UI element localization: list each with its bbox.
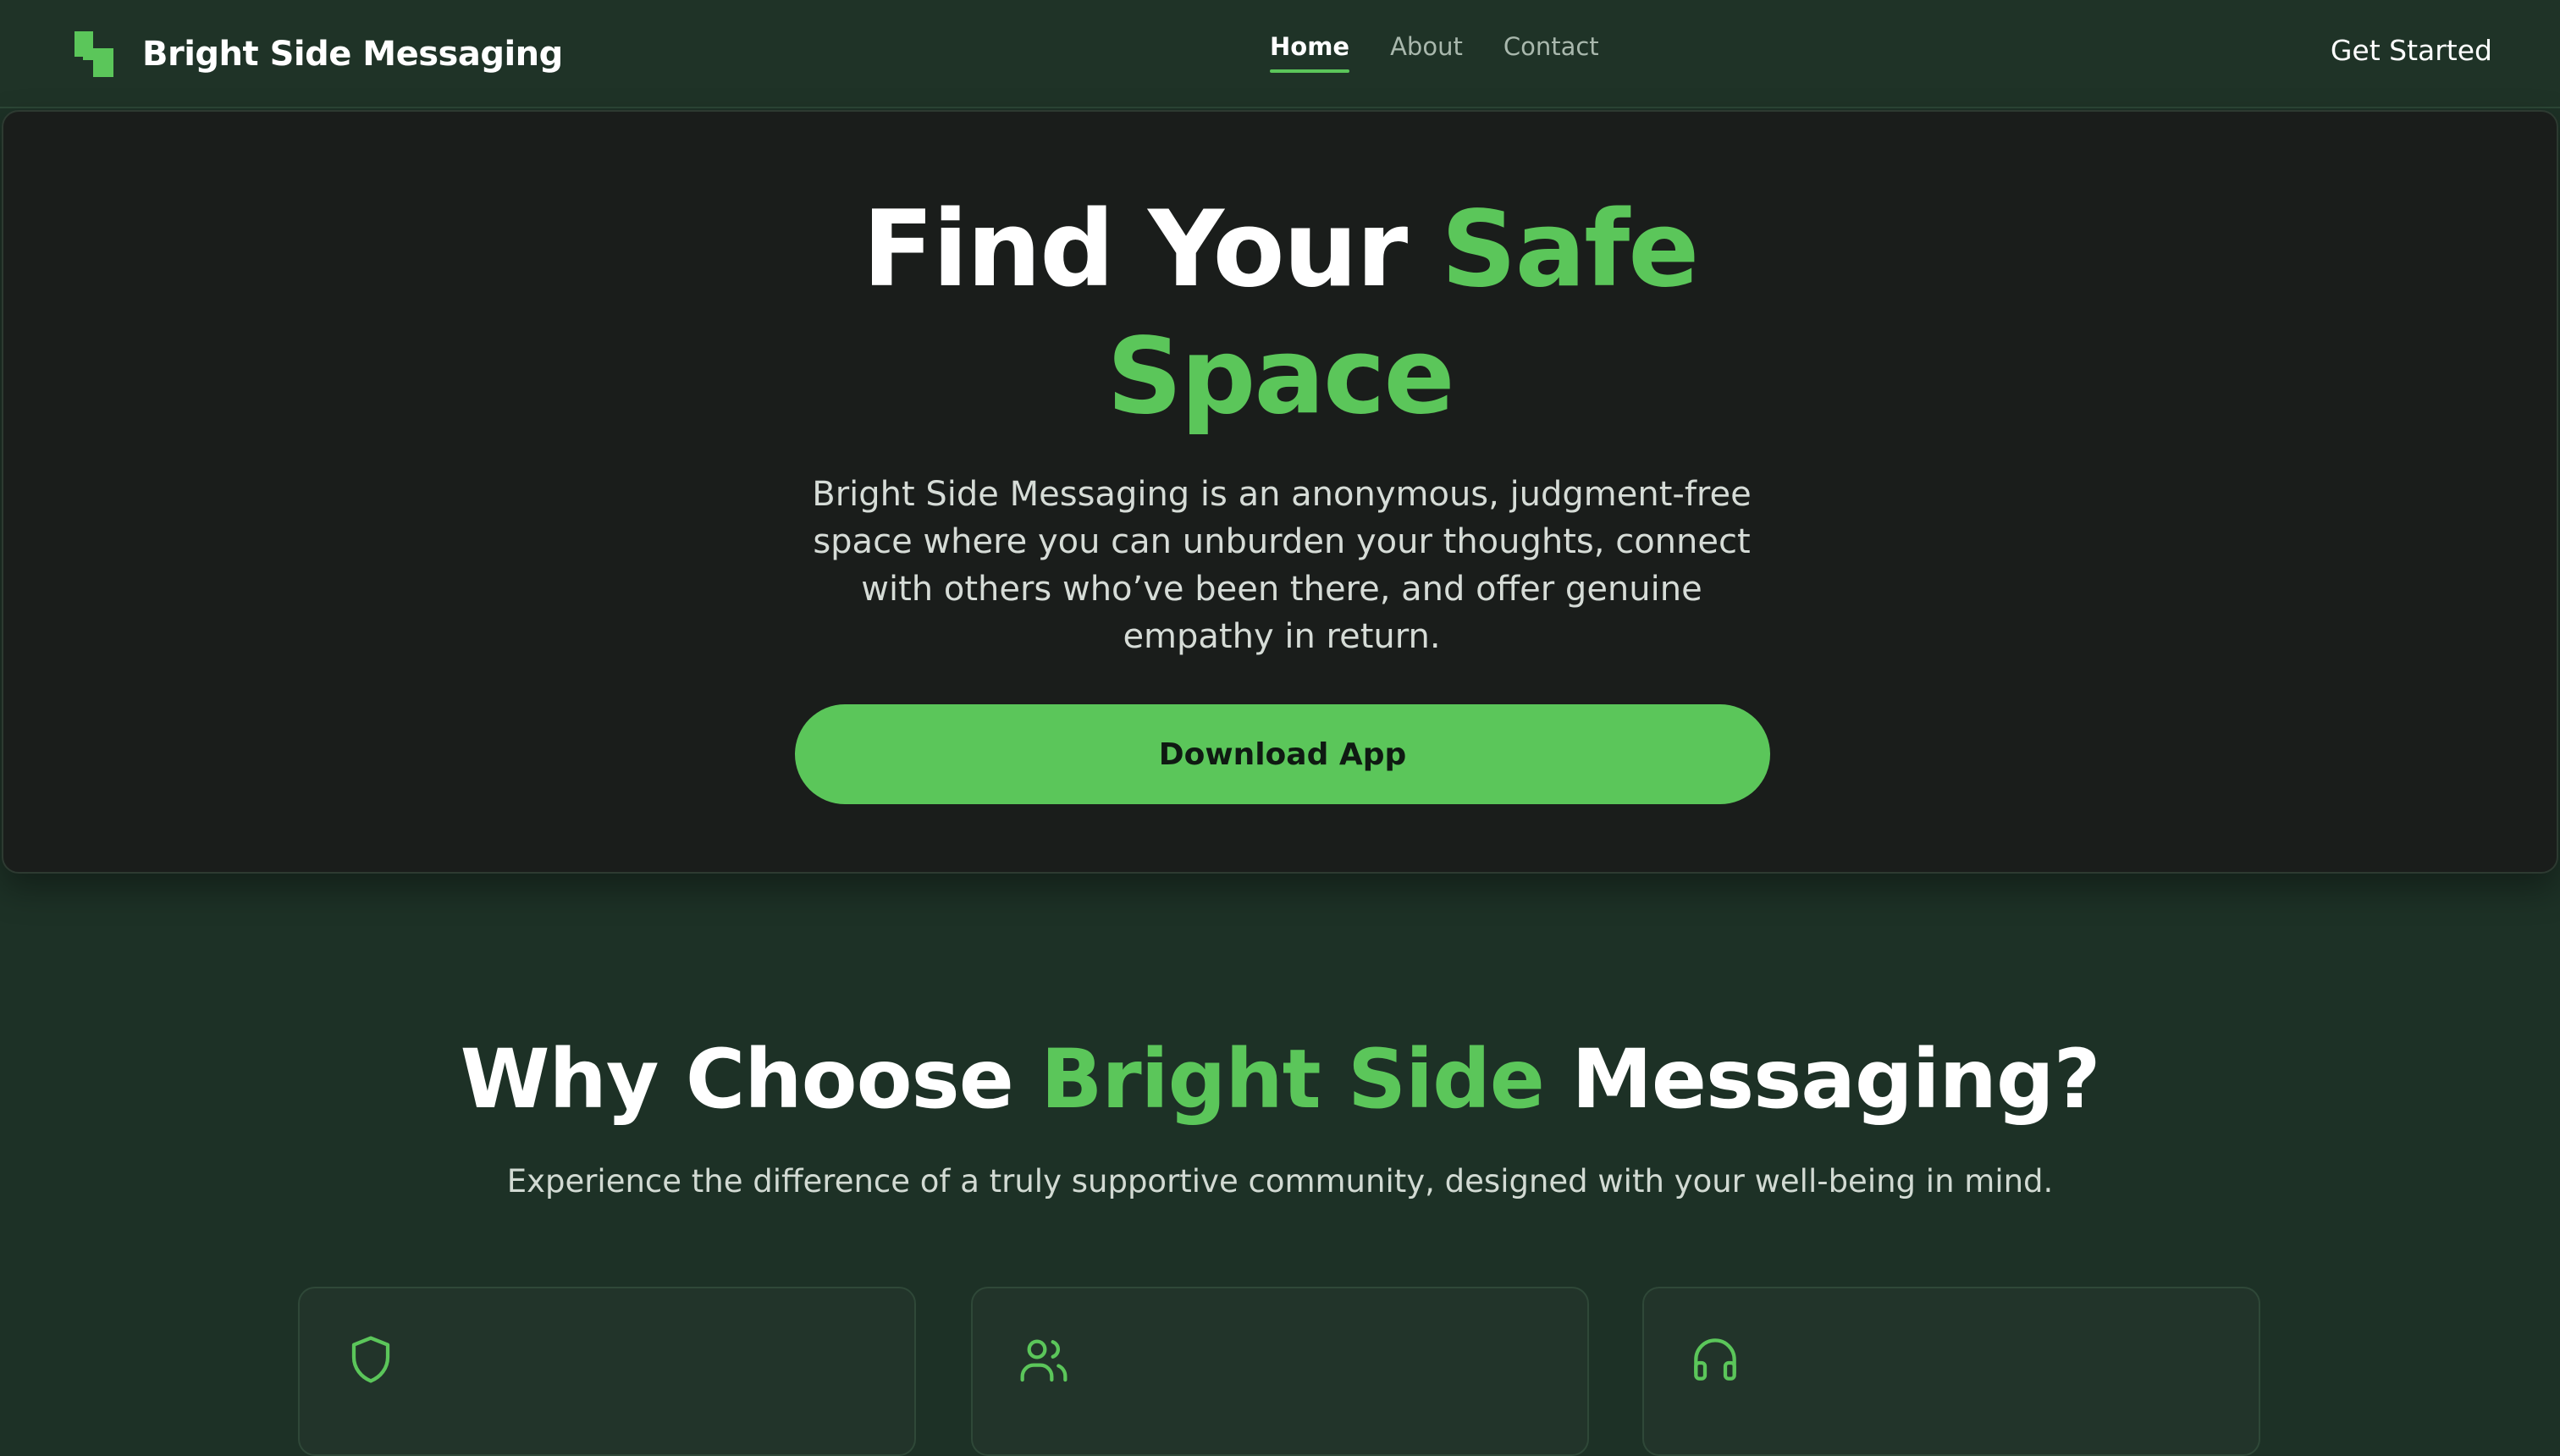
brand-home-link[interactable]: Bright Side Messaging [74, 30, 563, 78]
nav-link-contact[interactable]: Contact [1503, 32, 1599, 69]
why-title-plain-end: Messaging? [1543, 1032, 2100, 1127]
hero-title-accent-safe: Safe [1441, 189, 1699, 311]
why-section-subtitle: Experience the difference of a truly sup… [506, 1163, 2054, 1200]
feature-card-anonymity [298, 1287, 916, 1456]
headphones-icon [1694, 1338, 1736, 1381]
blocks-logo-icon [74, 31, 113, 77]
hero-section: Find Your Safe Space Bright Side Messagi… [2, 110, 2558, 874]
hero-title-plain: Find Your [862, 189, 1442, 311]
why-title-accent: Bright Side [1040, 1032, 1545, 1127]
main-nav: Home About Contact [1270, 32, 1640, 73]
top-navbar: Bright Side Messaging Home About Contact… [0, 0, 2560, 108]
get-started-link[interactable]: Get Started [2331, 34, 2492, 67]
hero-description: Bright Side Messaging is an anonymous, j… [812, 475, 1752, 656]
nav-link-home[interactable]: Home [1270, 32, 1350, 73]
why-title-plain-start: Why Choose [460, 1032, 1041, 1127]
why-section-title: Why Choose Bright Side Messaging? [0, 1024, 2560, 1134]
hero-title-accent-space: Space [1106, 316, 1454, 438]
download-app-button[interactable]: Download App [795, 704, 1770, 804]
brand-name: Bright Side Messaging [142, 35, 563, 74]
nav-link-about[interactable]: About [1390, 32, 1463, 69]
feature-card-support [1642, 1287, 2260, 1456]
shield-icon [351, 1336, 390, 1383]
hero-title: Find Your Safe Space [3, 186, 2557, 440]
users-icon [1020, 1339, 1068, 1382]
feature-card-community [971, 1287, 1589, 1456]
